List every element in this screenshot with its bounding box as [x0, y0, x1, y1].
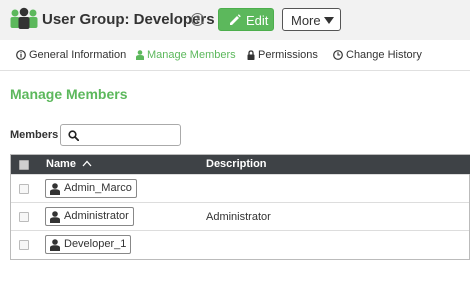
more-button-label: More [291, 13, 321, 28]
member-name: Administrator [64, 210, 129, 222]
table-row: Administrator Administrator [11, 202, 469, 231]
column-header-label: Name [46, 158, 76, 170]
members-label: Members [10, 129, 59, 141]
row-checkbox[interactable] [19, 184, 29, 194]
row-checkbox[interactable] [19, 240, 29, 250]
tab-label: Permissions [258, 49, 318, 61]
help-icon[interactable]: ? [191, 13, 204, 26]
table-header: Name Description [11, 155, 470, 174]
column-header-description[interactable]: Description [206, 158, 267, 170]
sort-ascending-icon [82, 160, 92, 167]
tab-label: Manage Members [147, 49, 236, 61]
tab-general-information[interactable]: General Information [16, 49, 126, 61]
member-chip[interactable]: Developer_1 [45, 235, 132, 254]
tab-manage-members[interactable]: Manage Members [136, 49, 236, 61]
lock-icon [247, 50, 255, 60]
page-header: User Group: Developers ? Edit More [0, 0, 470, 40]
members-search-box[interactable] [60, 124, 181, 146]
clock-icon [333, 50, 343, 60]
tab-permissions[interactable]: Permissions [247, 49, 318, 61]
column-header-name[interactable]: Name [46, 158, 92, 170]
member-name: Developer_1 [64, 238, 127, 250]
edit-button-label: Edit [246, 13, 269, 28]
row-checkbox[interactable] [19, 212, 29, 222]
table-row: Developer_1 [11, 230, 469, 259]
page-title: User Group: Developers [42, 11, 215, 28]
member-description: Administrator [206, 211, 271, 223]
member-chip[interactable]: Administrator [45, 207, 134, 226]
user-group-icon [10, 7, 38, 29]
tab-change-history[interactable]: Change History [333, 49, 422, 61]
members-table: Name Description Admin_Marco Administrat… [10, 154, 470, 260]
member-name: Admin_Marco [64, 182, 132, 194]
members-search-input[interactable] [83, 127, 181, 145]
user-icon [50, 211, 60, 223]
user-icon [50, 183, 60, 195]
member-chip[interactable]: Admin_Marco [45, 179, 137, 198]
search-icon [68, 130, 79, 141]
select-all-checkbox[interactable] [19, 160, 29, 170]
pencil-icon [230, 14, 241, 25]
section-title: Manage Members [10, 86, 128, 102]
table-row: Admin_Marco [11, 174, 469, 203]
user-icon [50, 239, 60, 251]
info-icon [16, 50, 26, 60]
caret-down-icon [324, 17, 334, 24]
more-button[interactable]: More [282, 8, 341, 31]
user-icon [136, 50, 144, 60]
edit-button[interactable]: Edit [218, 8, 274, 31]
tab-label: Change History [346, 49, 422, 61]
tab-bar: General Information Manage Members Permi… [0, 40, 470, 71]
tab-label: General Information [29, 49, 127, 61]
